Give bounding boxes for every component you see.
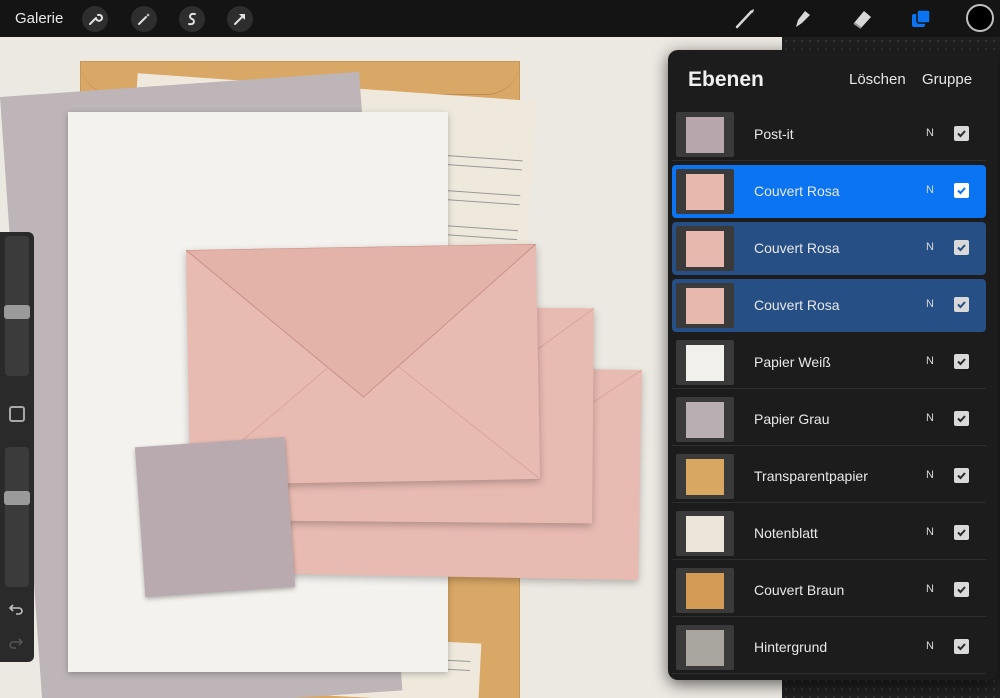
layer-row[interactable]: Couvert Braun N — [672, 564, 986, 617]
layer-row[interactable]: Couvert Rosa N — [672, 165, 986, 218]
blend-mode-button[interactable]: N — [926, 412, 934, 424]
visibility-checkbox[interactable] — [954, 297, 969, 312]
layer-name: Hintergrund — [754, 639, 828, 655]
visibility-checkbox[interactable] — [954, 411, 969, 426]
layer-thumbnail[interactable] — [676, 511, 734, 556]
visibility-checkbox[interactable] — [954, 183, 969, 198]
checkmark-icon — [957, 586, 966, 594]
visibility-checkbox[interactable] — [954, 582, 969, 597]
transform-arrow-icon[interactable] — [227, 6, 253, 32]
layer-thumbnail-content — [686, 117, 724, 153]
modify-button[interactable] — [9, 406, 25, 422]
checkmark-icon — [957, 472, 966, 480]
visibility-checkbox[interactable] — [954, 126, 969, 141]
layer-thumbnail[interactable] — [676, 568, 734, 613]
layer-name: Couvert Rosa — [754, 297, 840, 313]
gallery-button[interactable]: Galerie — [15, 10, 63, 27]
layer-row[interactable]: Papier Grau N — [672, 393, 986, 446]
post-it-note — [134, 436, 296, 598]
checkmark-icon — [957, 130, 966, 138]
checkmark-icon — [957, 415, 966, 423]
layer-thumbnail[interactable] — [676, 226, 734, 271]
layer-name: Papier Weiß — [754, 354, 831, 370]
group-button[interactable]: Gruppe — [922, 71, 972, 88]
layer-row[interactable]: Papier Weiß N — [672, 336, 986, 389]
layer-name: Transparentpapier — [754, 468, 868, 484]
layer-thumbnail-content — [686, 174, 724, 210]
blend-mode-button[interactable]: N — [926, 241, 934, 253]
layer-thumbnail[interactable] — [676, 625, 734, 670]
checkmark-icon — [957, 529, 966, 537]
undo-icon[interactable] — [8, 600, 24, 621]
wrench-icon[interactable] — [82, 6, 108, 32]
blend-mode-button[interactable]: N — [926, 184, 934, 196]
checkmark-icon — [957, 301, 966, 309]
checkmark-icon — [957, 187, 966, 195]
blend-mode-button[interactable]: N — [926, 355, 934, 367]
layer-thumbnail[interactable] — [676, 454, 734, 499]
layer-name: Couvert Rosa — [754, 240, 840, 256]
layer-thumbnail-content — [686, 573, 724, 609]
layer-name: Post-it — [754, 126, 794, 142]
layer-row[interactable]: Hintergrund N — [672, 621, 986, 674]
blend-mode-button[interactable]: N — [926, 469, 934, 481]
blend-mode-button[interactable]: N — [926, 526, 934, 538]
layer-thumbnail-content — [686, 516, 724, 552]
layer-thumbnail-content — [686, 231, 724, 267]
magic-wand-icon[interactable] — [131, 6, 157, 32]
opacity-slider[interactable] — [4, 447, 30, 587]
opacity-thumb[interactable] — [4, 491, 30, 506]
layer-name: Couvert Rosa — [754, 183, 840, 199]
layer-thumbnail[interactable] — [676, 169, 734, 214]
layer-name: Couvert Braun — [754, 582, 845, 598]
visibility-checkbox[interactable] — [954, 354, 969, 369]
blend-mode-button[interactable]: N — [926, 298, 934, 310]
color-picker-button[interactable] — [966, 4, 994, 32]
layer-thumbnail-content — [686, 345, 724, 381]
checkmark-icon — [957, 244, 966, 252]
layer-name: Papier Grau — [754, 411, 830, 427]
layer-thumbnail[interactable] — [676, 397, 734, 442]
layer-row[interactable]: Transparentpapier N — [672, 450, 986, 503]
layer-thumbnail[interactable] — [676, 340, 734, 385]
layer-thumbnail-content — [686, 288, 724, 324]
brush-icon[interactable] — [731, 5, 759, 33]
delete-button[interactable]: Löschen — [849, 71, 906, 88]
blend-mode-button[interactable]: N — [926, 583, 934, 595]
blend-mode-button[interactable]: N — [926, 640, 934, 652]
layer-row[interactable]: Post-it N — [672, 108, 986, 161]
eraser-icon[interactable] — [848, 5, 876, 33]
brush-size-thumb[interactable] — [4, 305, 30, 320]
layers-icon[interactable] — [907, 5, 935, 33]
visibility-checkbox[interactable] — [954, 468, 969, 483]
layer-thumbnail-content — [686, 459, 724, 495]
layer-name: Notenblatt — [754, 525, 818, 541]
layer-thumbnail-content — [686, 402, 724, 438]
procreate-app: Galerie Ebenen Löschen Gruppe Post-it N … — [0, 0, 1000, 698]
layer-thumbnail-content — [686, 630, 724, 666]
selection-s-icon[interactable] — [179, 6, 205, 32]
layer-row[interactable]: Notenblatt N — [672, 507, 986, 560]
checkmark-icon — [957, 358, 966, 366]
layer-row[interactable]: Couvert Rosa N — [672, 222, 986, 275]
top-toolbar: Galerie — [0, 0, 1000, 37]
left-sidebar — [0, 232, 34, 662]
smudge-icon[interactable] — [788, 5, 816, 33]
layer-thumbnail[interactable] — [676, 112, 734, 157]
drawing-canvas[interactable] — [0, 37, 782, 698]
brush-size-slider[interactable] — [4, 236, 30, 376]
layer-thumbnail[interactable] — [676, 283, 734, 328]
blend-mode-button[interactable]: N — [926, 127, 934, 139]
layers-panel-title: Ebenen — [688, 68, 764, 91]
visibility-checkbox[interactable] — [954, 240, 969, 255]
layers-panel: Ebenen Löschen Gruppe Post-it N Couvert Ro… — [668, 50, 998, 680]
visibility-checkbox[interactable] — [954, 525, 969, 540]
layer-row[interactable]: Couvert Rosa N — [672, 279, 986, 332]
visibility-checkbox[interactable] — [954, 639, 969, 654]
redo-icon[interactable] — [8, 634, 24, 655]
checkmark-icon — [957, 643, 966, 651]
